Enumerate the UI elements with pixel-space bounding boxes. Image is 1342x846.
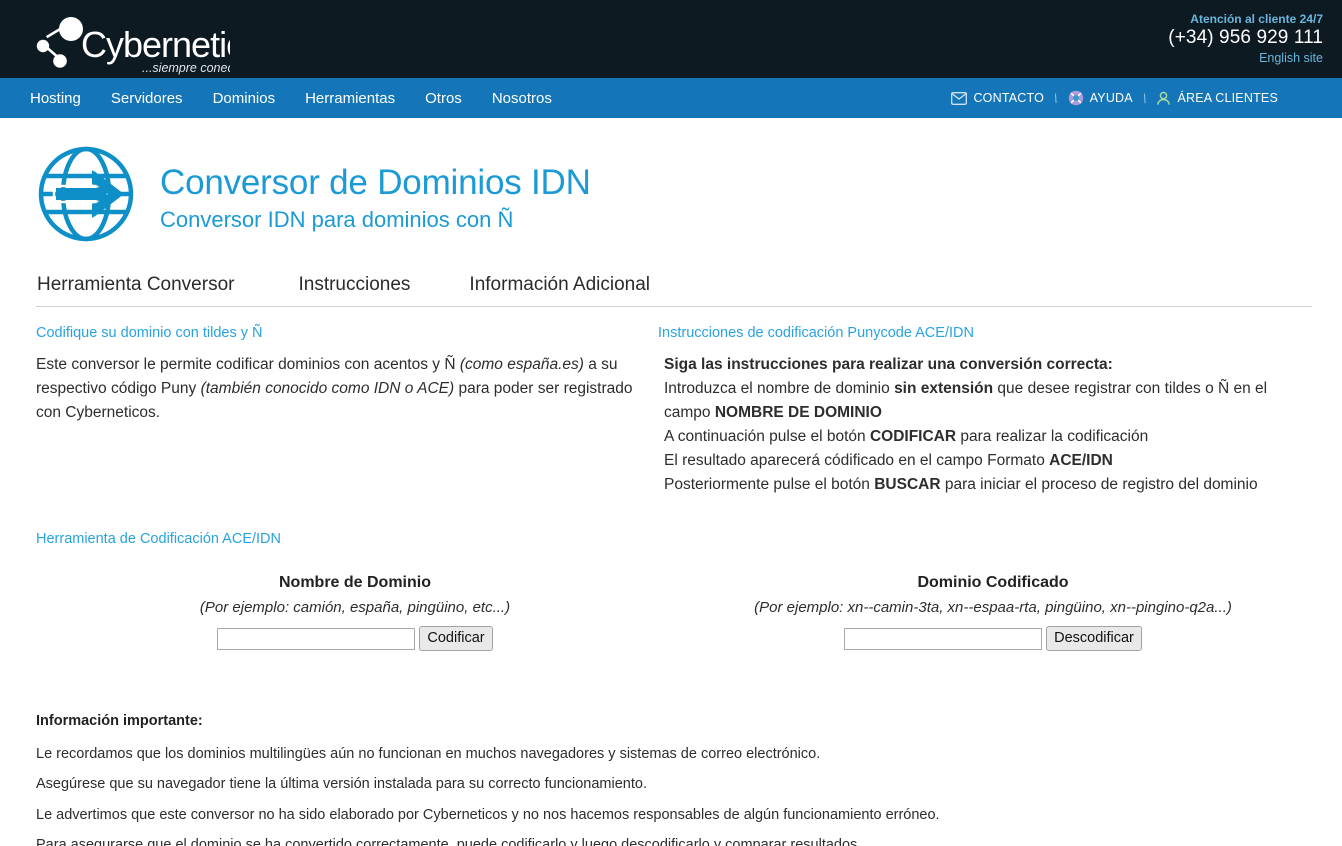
- nav-item-servidores[interactable]: Servidores: [111, 90, 183, 107]
- intro-right-column: Instrucciones de codificación Punycode A…: [658, 325, 1312, 497]
- english-site-link[interactable]: English site: [1168, 51, 1323, 65]
- nav-item-herramientas[interactable]: Herramientas: [305, 90, 395, 107]
- main-navigation: Hosting Servidores Dominios Herramientas…: [0, 78, 1342, 118]
- important-info-line: Para asegurarse que el dominio se ha con…: [36, 830, 1312, 846]
- step-bold-a: BUSCAR: [874, 476, 940, 493]
- important-info-line: Le recordamos que los dominios multiling…: [36, 739, 1312, 769]
- decode-field-example: (Por ejemplo: xn--camin-3ta, xn--espaa-r…: [674, 599, 1312, 616]
- step-text-a: El resultado aparecerá códificado en el …: [664, 452, 1049, 469]
- step-text-a: A continuación pulse el botón: [664, 428, 870, 445]
- tool-section-heading: Herramienta de Codificación ACE/IDN: [36, 531, 1312, 547]
- tab-herramienta-conversor[interactable]: Herramienta Conversor: [37, 274, 234, 296]
- nav-item-nosotros[interactable]: Nosotros: [492, 90, 552, 107]
- encoded-domain-input[interactable]: [844, 628, 1042, 650]
- site-header: Cyberneticos ...siempre conectados Atenc…: [0, 0, 1342, 78]
- domain-name-input[interactable]: [217, 628, 415, 650]
- step-text-b: para iniciar el proceso de registro del …: [941, 476, 1258, 493]
- left-section-heading: Codifique su dominio con tildes y Ñ: [36, 325, 658, 341]
- intro-em-1: (como españa.es): [460, 356, 584, 373]
- primary-nav-links: Hosting Servidores Dominios Herramientas…: [0, 90, 552, 107]
- intro-columns: Codifique su dominio con tildes y Ñ Este…: [36, 325, 1312, 497]
- decode-input-row: Descodificar: [674, 626, 1312, 651]
- converter-form: Nombre de Dominio (Por ejemplo: camión, …: [36, 574, 1312, 651]
- page-content: Conversor de Dominios IDN Conversor IDN …: [0, 118, 1342, 846]
- step-bold-a: sin extensión: [894, 380, 993, 397]
- brand-logo[interactable]: Cyberneticos ...siempre conectados: [0, 0, 230, 78]
- step-bold-a: ACE/IDN: [1049, 452, 1113, 469]
- nav-contacto-link[interactable]: CONTACTO: [951, 91, 1044, 105]
- important-info-title: Información importante:: [36, 713, 1312, 729]
- instruction-step: A continuación pulse el botón CODIFICAR …: [658, 425, 1312, 449]
- step-bold-b: NOMBRE DE DOMINIO: [715, 404, 882, 421]
- step-bold-a: CODIFICAR: [870, 428, 956, 445]
- encode-field-label: Nombre de Dominio: [36, 574, 674, 592]
- nav-ayuda-label: AYUDA: [1090, 91, 1133, 105]
- important-info-line: Asegúrese que su navegador tiene la últi…: [36, 769, 1312, 799]
- envelope-icon: [951, 92, 967, 105]
- lifebuoy-icon: [1068, 90, 1084, 106]
- cyberneticos-logo-icon: Cyberneticos ...siempre conectados: [34, 16, 230, 78]
- encode-column: Nombre de Dominio (Por ejemplo: camión, …: [36, 574, 674, 651]
- nav-item-dominios[interactable]: Dominios: [213, 90, 276, 107]
- instructions-list: Introduzca el nombre de dominio sin exte…: [658, 377, 1312, 497]
- encode-input-row: Codificar: [36, 626, 674, 651]
- nav-ayuda-link[interactable]: AYUDA: [1068, 90, 1133, 106]
- instruction-step: Introduzca el nombre de dominio sin exte…: [658, 377, 1312, 425]
- step-text-b: para realizar la codificación: [956, 428, 1148, 445]
- encode-field-example: (Por ejemplo: camión, españa, pingüino, …: [36, 599, 674, 616]
- right-section-heading: Instrucciones de codificación Punycode A…: [658, 325, 1312, 341]
- descodificar-button[interactable]: Descodificar: [1046, 626, 1142, 651]
- hero-section: Conversor de Dominios IDN Conversor IDN …: [36, 118, 1312, 253]
- person-icon: [1156, 91, 1171, 106]
- codificar-button[interactable]: Codificar: [419, 626, 492, 651]
- intro-text-1: Este conversor le permite codificar domi…: [36, 356, 460, 373]
- header-contact-block: Atención al cliente 24/7 (+34) 956 929 1…: [1168, 13, 1326, 66]
- instruction-step: El resultado aparecerá códificado en el …: [658, 449, 1312, 473]
- nav-area-clientes-link[interactable]: ÁREA CLIENTES: [1156, 91, 1278, 106]
- decode-field-label: Dominio Codificado: [674, 574, 1312, 592]
- instruction-step: Posteriormente pulse el botón BUSCAR par…: [658, 473, 1312, 497]
- nav-separator-2: \: [1141, 91, 1148, 106]
- hero-texts: Conversor de Dominios IDN Conversor IDN …: [160, 161, 591, 233]
- step-text-a: Introduzca el nombre de dominio: [664, 380, 894, 397]
- tab-bar: Herramienta Conversor Instrucciones Info…: [36, 274, 1312, 307]
- important-info-line: Le advertimos que este conversor no ha s…: [36, 800, 1312, 830]
- svg-text:Cyberneticos: Cyberneticos: [81, 24, 230, 65]
- page-title: Conversor de Dominios IDN: [160, 165, 591, 202]
- customer-attention-label: Atención al cliente 24/7: [1168, 13, 1323, 26]
- globe-arrow-icon: [36, 144, 136, 249]
- important-information: Información importante: Le recordamos qu…: [36, 713, 1312, 846]
- customer-phone-number: (+34) 956 929 111: [1168, 27, 1323, 48]
- tab-informacion-adicional[interactable]: Información Adicional: [469, 274, 650, 296]
- nav-contacto-label: CONTACTO: [973, 91, 1044, 105]
- tab-instrucciones[interactable]: Instrucciones: [298, 274, 410, 296]
- nav-separator: \: [1052, 91, 1059, 106]
- nav-item-otros[interactable]: Otros: [425, 90, 462, 107]
- step-text-a: Posteriormente pulse el botón: [664, 476, 874, 493]
- left-intro-paragraph: Este conversor le permite codificar domi…: [36, 353, 658, 425]
- utility-nav-links: CONTACTO \ AYUDA \: [951, 90, 1334, 106]
- intro-left-column: Codifique su dominio con tildes y Ñ Este…: [36, 325, 658, 497]
- page-subtitle: Conversor IDN para dominios con Ñ: [160, 208, 591, 232]
- instructions-lead: Siga las instrucciones para realizar una…: [658, 353, 1312, 377]
- nav-area-clientes-label: ÁREA CLIENTES: [1177, 91, 1278, 105]
- svg-text:...siempre conectados: ...siempre conectados: [142, 61, 230, 75]
- decode-column: Dominio Codificado (Por ejemplo: xn--cam…: [674, 574, 1312, 651]
- nav-item-hosting[interactable]: Hosting: [30, 90, 81, 107]
- intro-em-2: (también conocido como IDN o ACE): [201, 380, 455, 397]
